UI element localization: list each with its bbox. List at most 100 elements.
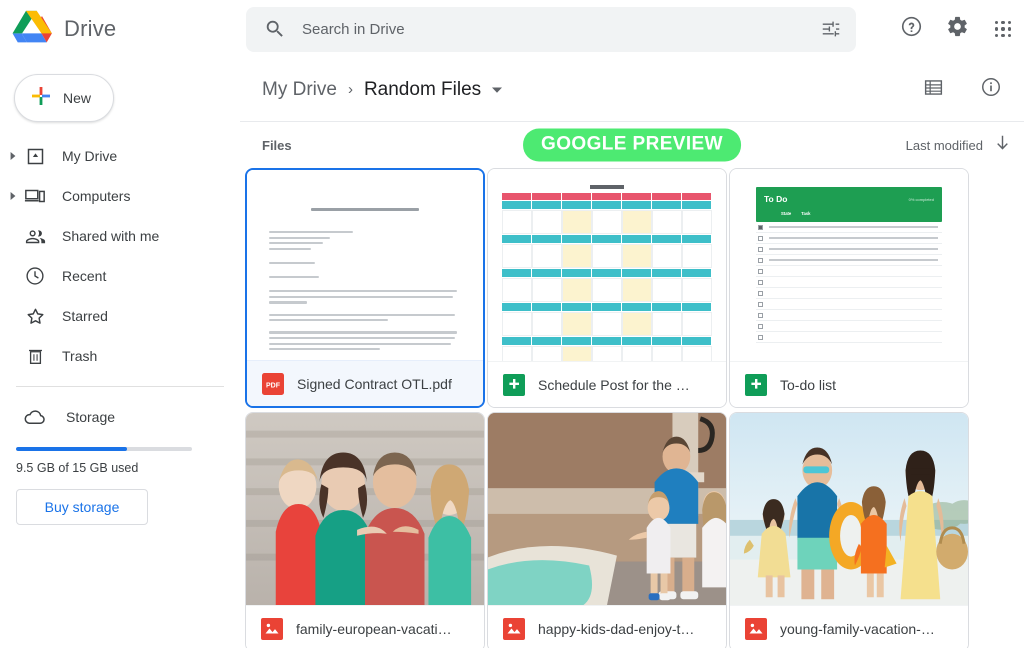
- sidebar-item-storage[interactable]: Storage: [0, 397, 240, 437]
- top-bar-actions: [890, 8, 1024, 50]
- new-button[interactable]: New: [14, 74, 114, 122]
- top-bar: Drive: [0, 0, 1024, 58]
- file-card-fountain-photo[interactable]: happy-kids-dad-enjoy-th...: [487, 412, 727, 648]
- apps-grid-icon: [994, 20, 1012, 38]
- chevron-right-icon[interactable]: [4, 151, 22, 161]
- file-grid-area: PDF Signed Contract OTL.pdf Schedule Pos…: [240, 168, 1024, 648]
- storage-label: Storage: [66, 409, 116, 425]
- file-name: happy-kids-dad-enjoy-th...: [538, 620, 698, 637]
- storage-progress-bar: [16, 447, 192, 451]
- sidebar-item-recent[interactable]: Recent: [0, 256, 240, 296]
- chevron-right-icon[interactable]: [4, 191, 22, 201]
- google-preview-badge: GOOGLE PREVIEW: [523, 128, 741, 162]
- sort-label: Last modified: [905, 137, 983, 153]
- file-name: Schedule Post for the M...: [538, 376, 698, 393]
- star-icon: [22, 305, 48, 328]
- file-card-schedule[interactable]: Schedule Post for the M...: [487, 168, 727, 408]
- app-body: New My Drive Computers Shared with me Re…: [0, 58, 1024, 648]
- family-portrait-photo: [246, 413, 484, 605]
- search-area: [240, 6, 890, 52]
- people-icon: [22, 225, 48, 248]
- sidebar-item-computers[interactable]: Computers: [0, 176, 240, 216]
- image-file-icon: [503, 617, 525, 640]
- file-name: family-european-vacatio...: [296, 620, 456, 637]
- file-card-footer: family-european-vacatio...: [246, 605, 484, 648]
- chevron-down-icon[interactable]: [491, 86, 503, 94]
- sidebar-item-shared-with-me[interactable]: Shared with me: [0, 216, 240, 256]
- sidebar-label: Starred: [62, 308, 108, 324]
- todo-col-state: State: [781, 211, 792, 216]
- list-view-button[interactable]: [912, 69, 954, 111]
- help-button[interactable]: [890, 8, 932, 50]
- sidebar-item-trash[interactable]: Trash: [0, 336, 240, 376]
- list-view-icon: [923, 77, 944, 103]
- breadcrumb-separator: ›: [347, 81, 353, 98]
- google-sheets-icon: [503, 373, 525, 396]
- file-card-todo[interactable]: To Do 0% completed State Task To-do list: [729, 168, 969, 408]
- search-icon: [264, 18, 286, 40]
- sidebar-item-my-drive[interactable]: My Drive: [0, 136, 240, 176]
- breadcrumb-current-folder[interactable]: Random Files: [364, 79, 481, 101]
- google-drive-logo: [11, 10, 53, 48]
- arrow-down-icon[interactable]: [995, 134, 1010, 157]
- files-column-label: Files: [262, 137, 292, 153]
- buy-storage-button[interactable]: Buy storage: [16, 489, 148, 525]
- sidebar-label: Computers: [62, 188, 131, 204]
- sidebar-label: Shared with me: [62, 228, 160, 244]
- sidebar-item-starred[interactable]: Starred: [0, 296, 240, 336]
- pdf-document-preview: [247, 170, 483, 360]
- brand-area[interactable]: Drive: [0, 10, 240, 48]
- settings-button[interactable]: [936, 8, 978, 50]
- search-input[interactable]: [302, 20, 820, 38]
- breadcrumb: My Drive › Random Files: [240, 58, 1024, 122]
- clock-icon: [22, 265, 48, 287]
- file-grid: PDF Signed Contract OTL.pdf Schedule Pos…: [240, 168, 1024, 648]
- main-content: My Drive › Random Files Files GOOGLE PRE…: [240, 58, 1024, 648]
- google-apps-button[interactable]: [982, 8, 1024, 50]
- computers-icon: [22, 185, 48, 207]
- sidebar-divider: [16, 386, 224, 387]
- sort-control[interactable]: Last modified: [906, 134, 1010, 157]
- storage-usage-text: 9.5 GB of 15 GB used: [16, 461, 139, 475]
- plus-icon: [29, 84, 53, 113]
- dad-kids-fountain-photo: [488, 413, 726, 605]
- my-drive-icon: [22, 146, 48, 167]
- file-card-footer: PDF Signed Contract OTL.pdf: [247, 360, 483, 406]
- file-card-footer: happy-kids-dad-enjoy-th...: [488, 605, 726, 648]
- trash-icon: [22, 346, 48, 367]
- file-name: To-do list: [780, 376, 837, 393]
- cloud-icon: [22, 405, 48, 429]
- image-file-icon: [261, 617, 283, 640]
- file-card-footer: To-do list: [730, 361, 968, 407]
- breadcrumb-my-drive[interactable]: My Drive: [262, 79, 337, 101]
- google-sheets-icon: [745, 373, 767, 396]
- file-name: Signed Contract OTL.pdf: [297, 375, 452, 392]
- help-circle-icon: [900, 15, 923, 43]
- search-bar[interactable]: [246, 6, 856, 52]
- gear-icon: [946, 15, 969, 43]
- file-list-header: Files GOOGLE PREVIEW Last modified: [240, 122, 1024, 168]
- spreadsheet-schedule-preview: [488, 169, 726, 361]
- file-card-pdf[interactable]: PDF Signed Contract OTL.pdf: [245, 168, 485, 408]
- info-circle-icon: [980, 76, 1002, 103]
- tune-filter-icon[interactable]: [820, 18, 842, 40]
- pdf-file-icon: PDF: [262, 372, 284, 395]
- file-name: young-family-vacation-h...: [780, 620, 940, 637]
- todo-list-spreadsheet-preview: To Do 0% completed State Task: [730, 169, 968, 361]
- todo-thumb-subtitle: 0% completed: [908, 197, 934, 202]
- drive-app-window: Drive Search in Drive New My Drive Compu…: [0, 0, 1024, 648]
- sidebar-label: My Drive: [62, 148, 118, 164]
- app-title: Drive: [64, 16, 117, 41]
- file-card-footer: young-family-vacation-h...: [730, 605, 968, 648]
- file-card-footer: Schedule Post for the M...: [488, 361, 726, 407]
- sidebar: New My Drive Computers Shared with me Re…: [0, 58, 240, 648]
- family-beach-photo: [730, 413, 968, 605]
- sidebar-label: Recent: [62, 268, 107, 284]
- sidebar-label: Trash: [62, 348, 98, 364]
- file-card-beach-photo[interactable]: young-family-vacation-h...: [729, 412, 969, 648]
- new-button-label: New: [63, 90, 92, 106]
- file-card-family-photo[interactable]: family-european-vacatio...: [245, 412, 485, 648]
- details-button[interactable]: [970, 69, 1012, 111]
- svg-text:PDF: PDF: [266, 382, 281, 389]
- todo-col-task: Task: [801, 211, 811, 216]
